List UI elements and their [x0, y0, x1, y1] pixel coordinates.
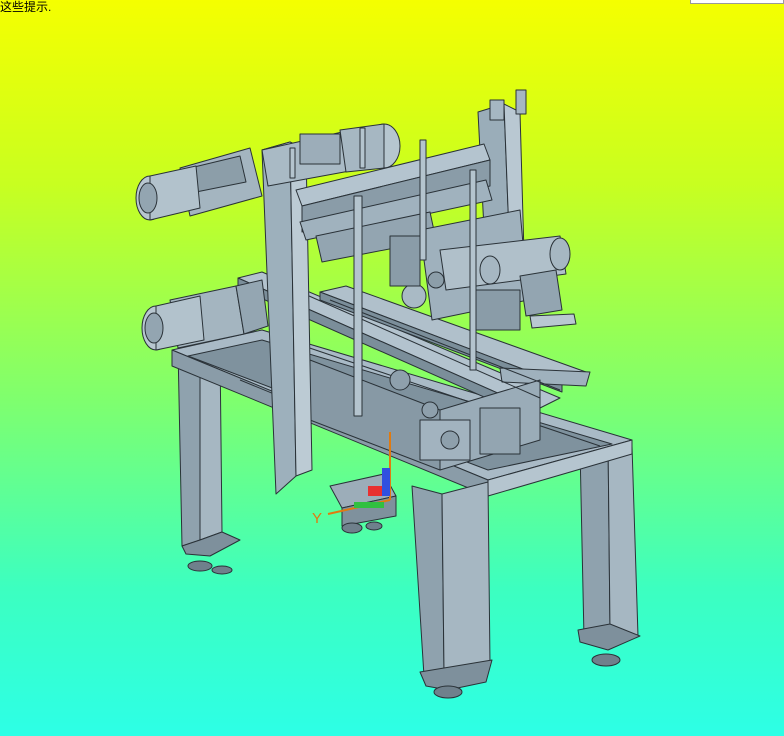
triad-y-label: Y — [312, 510, 322, 527]
cad-viewport[interactable]: Y — [0, 0, 784, 736]
front-center-leg — [411, 481, 493, 699]
front-right-leg — [577, 437, 641, 667]
